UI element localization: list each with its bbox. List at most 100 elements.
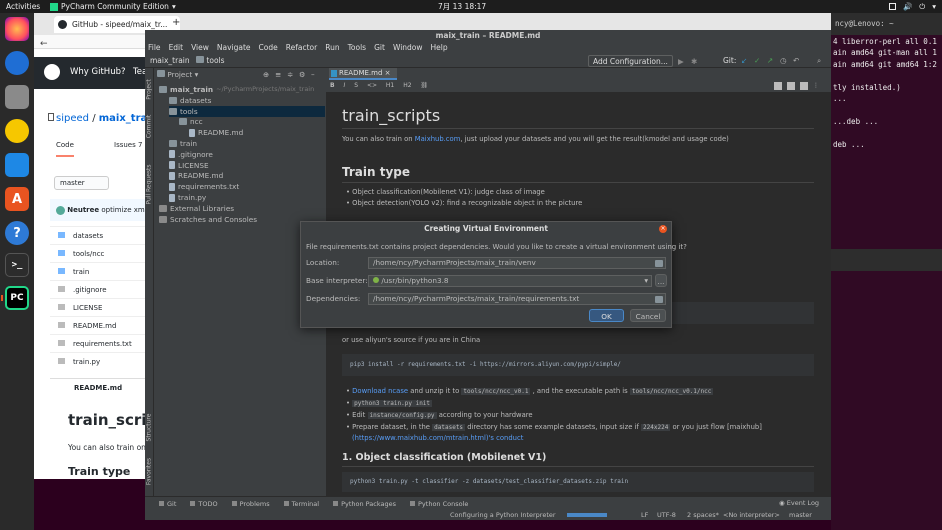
view-split-icon[interactable] <box>787 82 795 90</box>
thunderbird-icon[interactable] <box>5 51 29 75</box>
help-icon[interactable]: ? <box>5 221 29 245</box>
status-message[interactable]: Configuring a Python Interpreter <box>450 510 556 520</box>
tree-item[interactable]: .gitignore <box>169 149 213 160</box>
tree-item[interactable]: README.md <box>189 127 243 138</box>
menu-window[interactable]: Window <box>393 41 423 54</box>
italic-icon[interactable]: I <box>344 82 346 89</box>
close-icon[interactable]: × <box>659 225 667 233</box>
status-branch[interactable]: master <box>789 510 812 520</box>
menu-view[interactable]: View <box>191 41 209 54</box>
tree-item[interactable]: maix_train ~/PycharmProjects/maix_train <box>159 84 314 95</box>
close-icon[interactable]: × <box>385 69 391 77</box>
back-icon[interactable]: ← <box>40 39 48 49</box>
ncase-link[interactable]: ncase <box>388 387 408 395</box>
search-icon[interactable]: ⌕ <box>817 54 821 68</box>
clock[interactable]: 7月 13 18:17 <box>438 0 486 13</box>
file-row[interactable]: train.py <box>50 352 145 370</box>
file-row[interactable]: LICENSE <box>50 298 145 316</box>
file-row[interactable]: README.md <box>50 316 145 334</box>
gear-icon[interactable]: ⚙ <box>299 69 306 81</box>
editor-tab-readme[interactable]: README.md × <box>329 68 397 80</box>
menu-navigate[interactable]: Navigate <box>217 41 251 54</box>
git-update-icon[interactable]: ↙ <box>741 54 747 68</box>
menu-code[interactable]: Code <box>259 41 278 54</box>
rollback-icon[interactable]: ↶ <box>793 54 799 68</box>
tool-tab-terminal[interactable]: Terminal <box>283 497 319 510</box>
h2-icon[interactable]: H2 <box>403 82 411 89</box>
tree-item[interactable]: train <box>169 138 197 149</box>
ok-button[interactable]: OK <box>589 309 624 322</box>
folder-icon[interactable] <box>655 260 663 267</box>
branch-button[interactable]: master <box>54 176 109 190</box>
tool-tab-python-packages[interactable]: Python Packages <box>333 497 396 510</box>
base-interpreter-select[interactable]: /usr/bin/python3.8 ▾ <box>368 275 652 287</box>
files-icon[interactable] <box>5 85 29 109</box>
tree-item[interactable]: datasets <box>169 95 211 106</box>
menu-edit[interactable]: Edit <box>169 41 184 54</box>
system-tray[interactable]: 🔊 ⏻ ▾ <box>888 0 936 13</box>
tree-item[interactable]: tools <box>169 105 325 117</box>
scroll-track[interactable] <box>823 92 831 496</box>
run-icon[interactable]: ▶ <box>678 55 684 69</box>
tree-item[interactable]: External Libraries <box>159 203 234 214</box>
menu-run[interactable]: Run <box>325 41 339 54</box>
project-dropdown[interactable]: Project <box>167 70 192 79</box>
rhythmbox-icon[interactable] <box>5 119 29 143</box>
menu-tools[interactable]: Tools <box>348 41 366 54</box>
side-tab-favorites[interactable]: Favorites <box>146 452 153 492</box>
tree-item[interactable]: README.md <box>169 170 223 181</box>
status-interpreter[interactable]: <No interpreter> <box>723 510 780 520</box>
tree-item[interactable]: Scratches and Consoles <box>159 214 257 225</box>
menu-refactor[interactable]: Refactor <box>286 41 317 54</box>
tree-item[interactable]: ncc <box>179 116 203 127</box>
dependencies-field[interactable]: /home/ncy/PycharmProjects/maix_train/req… <box>368 293 666 305</box>
event-log-button[interactable]: ◉ Event Log <box>779 496 819 510</box>
status-encoding[interactable]: UTF-8 <box>657 510 676 520</box>
tree-item[interactable]: requirements.txt <box>169 181 239 192</box>
minimize-icon[interactable]: – <box>311 69 315 81</box>
breadcrumb-tools[interactable]: tools <box>206 56 224 65</box>
gh-nav-why[interactable]: Why GitHub? <box>70 67 126 77</box>
file-row[interactable]: tools/ncc <box>50 244 145 262</box>
github-logo-icon[interactable] <box>44 64 60 80</box>
strike-icon[interactable]: S <box>354 82 358 89</box>
view-preview-icon[interactable] <box>800 82 808 90</box>
side-tab-pull-requests[interactable]: Pull Requests <box>146 157 153 213</box>
firefox-icon[interactable] <box>5 17 29 41</box>
locate-icon[interactable]: ⊕ <box>263 69 269 81</box>
link-icon[interactable]: ⛓ <box>420 82 428 89</box>
side-tab-project[interactable]: Project <box>146 72 153 108</box>
mtrain-link[interactable]: (https://www.maixhub.com/mtrain.html)'s … <box>352 434 523 442</box>
git-commit-icon[interactable]: ✓ <box>754 54 760 68</box>
tree-item[interactable]: train.py <box>169 192 206 203</box>
more-icon[interactable]: ⋮ <box>813 80 819 92</box>
file-row[interactable]: train <box>50 262 145 280</box>
location-field[interactable]: /home/ncy/PycharmProjects/maix_train/ven… <box>368 257 666 269</box>
tool-tab-python-console[interactable]: Python Console <box>410 497 468 510</box>
tool-tab-git[interactable]: Git <box>159 497 176 510</box>
bold-icon[interactable]: B <box>330 82 335 89</box>
file-row[interactable]: requirements.txt <box>50 334 145 352</box>
view-editor-icon[interactable] <box>774 82 782 90</box>
repo-tab-issues[interactable]: Issues 7 <box>114 141 142 149</box>
repo-tab-code[interactable]: Code <box>56 141 74 157</box>
file-row[interactable]: .gitignore <box>50 280 145 298</box>
side-tab-commit[interactable]: Commit <box>146 109 153 145</box>
pycharm-icon[interactable]: PC <box>5 286 29 310</box>
status-indent[interactable]: 2 spaces* <box>687 510 719 520</box>
status-lf[interactable]: LF <box>641 510 648 520</box>
menu-file[interactable]: File <box>148 41 161 54</box>
git-push-icon[interactable]: ↗ <box>767 54 773 68</box>
breadcrumb-project[interactable]: maix_train <box>150 56 190 65</box>
add-configuration-button[interactable]: Add Configuration... <box>588 55 673 67</box>
file-row[interactable]: datasets <box>50 226 145 244</box>
app-menu[interactable]: PyCharm Community Edition ▾ <box>50 0 176 13</box>
tree-item[interactable]: LICENSE <box>169 160 209 171</box>
browse-button[interactable]: ... <box>655 274 667 287</box>
commit-message[interactable]: optimize xml <box>101 206 145 214</box>
tool-tab-problems[interactable]: Problems <box>231 497 270 510</box>
repo-owner-link[interactable]: sipeed <box>56 113 89 124</box>
code-icon[interactable]: <> <box>367 82 377 89</box>
collapse-icon[interactable]: ≡ <box>275 69 281 81</box>
side-tab-structure[interactable]: Structure <box>146 408 153 448</box>
